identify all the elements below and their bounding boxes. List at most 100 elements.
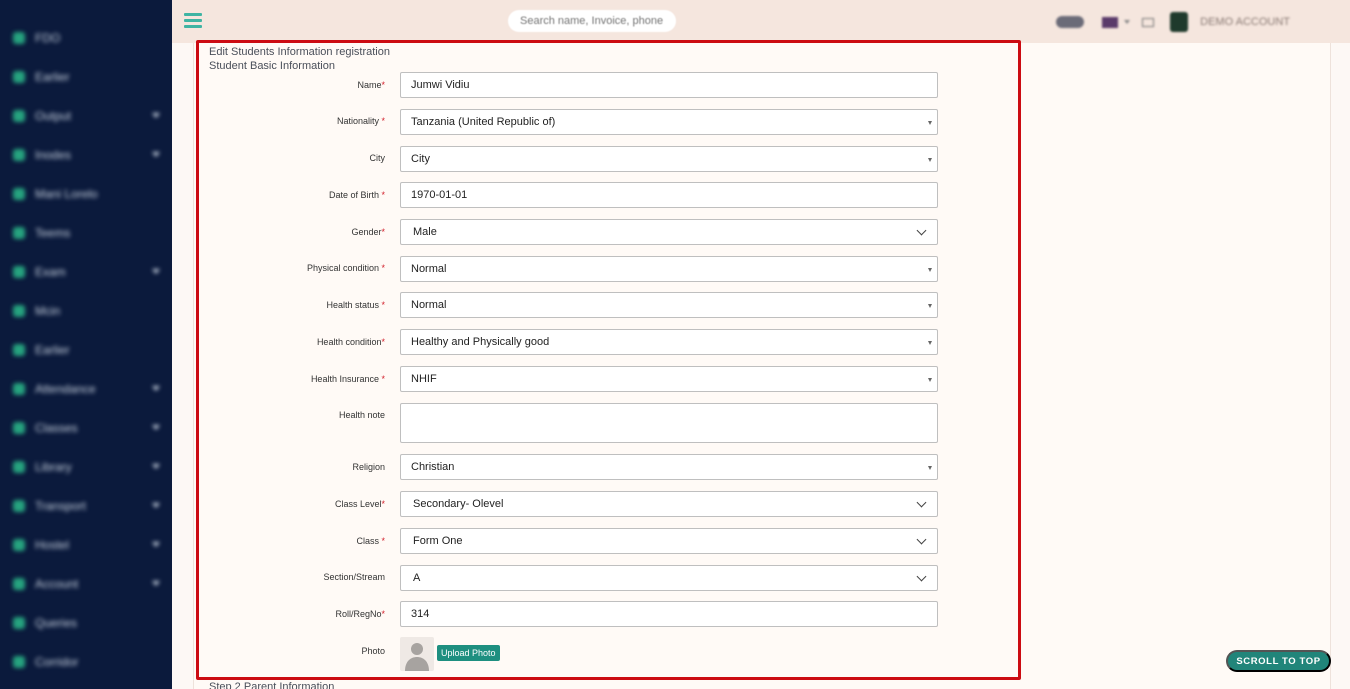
class-label: Class * — [356, 536, 385, 546]
notification-icon[interactable] — [1056, 16, 1085, 28]
chevron-down-icon — [152, 425, 160, 430]
chevron-down-icon — [916, 497, 927, 508]
chevron-down-icon — [916, 534, 927, 545]
sidebar-item[interactable]: Mcin — [0, 291, 172, 330]
sidebar-item-label: Library — [35, 459, 72, 474]
sidebar-item[interactable]: Exam — [0, 252, 172, 291]
sidebar-item[interactable]: Teems — [0, 213, 172, 252]
health-status-select[interactable]: Normal — [400, 292, 938, 318]
sidebar-item-label: Earlier — [35, 342, 70, 357]
sidebar-item[interactable]: Earlier — [0, 57, 172, 96]
class-select[interactable]: Form One — [400, 528, 938, 554]
sidebar-item-label: Queries — [35, 615, 78, 630]
section-stream-select[interactable]: A — [400, 565, 938, 591]
chevron-down-icon — [152, 503, 160, 508]
sidebar-item-label: Exam — [35, 264, 66, 279]
chart-icon — [13, 226, 25, 239]
home-icon — [13, 31, 25, 44]
nationality-select[interactable]: Tanzania (United Republic of) — [400, 109, 938, 135]
gender-select[interactable]: Male — [400, 219, 938, 245]
top-right-tools: DEMO ACCOUNT — [1056, 12, 1290, 32]
book-icon — [13, 460, 25, 473]
chevron-down-icon — [152, 464, 160, 469]
circle-icon — [13, 70, 25, 83]
physical-condition-select[interactable]: Normal — [400, 256, 938, 282]
gender-label: Gender* — [351, 227, 385, 237]
book-icon — [13, 265, 25, 278]
sidebar-item[interactable]: Queries — [0, 603, 172, 642]
chevron-down-icon — [152, 542, 160, 547]
sidebar-item[interactable]: Library — [0, 447, 172, 486]
sidebar-item-label: Corridor — [35, 654, 79, 669]
scroll-to-top-button[interactable]: SCROLL TO TOP — [1226, 650, 1331, 672]
sidebar-item[interactable]: Hostel — [0, 525, 172, 564]
sidebar-item-label: Mcin — [35, 303, 61, 318]
class-level-select[interactable]: Secondary- Olevel — [400, 491, 938, 517]
sidebar-item[interactable]: Transport — [0, 486, 172, 525]
sidebar-item-label: Account — [35, 576, 79, 591]
account-menu[interactable]: DEMO ACCOUNT — [1200, 16, 1290, 28]
chevron-down-icon — [152, 581, 160, 586]
sidebar-item-label: Classes — [35, 420, 78, 435]
nationality-label: Nationality * — [336, 116, 385, 126]
sidebar-item[interactable]: FDO — [0, 18, 172, 57]
sidebar-item[interactable]: Account — [0, 564, 172, 603]
sidebar-item-label: Hostel — [35, 537, 70, 552]
user-icon — [13, 187, 25, 200]
chevron-down-icon — [152, 386, 160, 391]
section-title: Student Basic Information — [209, 60, 335, 72]
sidebar-item[interactable]: Classes — [0, 408, 172, 447]
dob-field[interactable]: 1970-01-01 — [400, 182, 938, 208]
name-field[interactable]: Jumwi Vidiu — [400, 72, 938, 98]
search-input[interactable] — [508, 10, 676, 32]
sidebar-item-label: Teems — [35, 225, 71, 240]
sidebar-item[interactable]: Earlier — [0, 330, 172, 369]
top-bar: DEMO ACCOUNT — [172, 0, 1350, 43]
sidebar-item[interactable]: Corridor — [0, 642, 172, 681]
chevron-down-icon — [916, 571, 927, 582]
sidebar: FDO Earlier Output Inodes Mani Lorelo Teems Ex… — [0, 0, 172, 689]
section-stream-label: Section/Stream — [323, 572, 385, 582]
chevron-down-icon — [152, 113, 160, 118]
sidebar-item[interactable] — [0, 681, 172, 689]
check-icon — [13, 382, 25, 395]
page-title: Edit Students Information registration — [209, 46, 390, 58]
circle-icon — [13, 343, 25, 356]
health-status-label: Health status * — [326, 300, 385, 310]
chevron-down-icon — [1124, 20, 1131, 24]
edit-icon — [13, 148, 25, 161]
religion-select[interactable]: Christian — [400, 454, 938, 480]
chat-icon — [13, 616, 25, 629]
health-insurance-select[interactable]: NHIF — [400, 366, 938, 392]
city-select[interactable]: City — [400, 146, 938, 172]
chevron-down-icon — [916, 225, 927, 236]
sidebar-item[interactable]: Inodes — [0, 135, 172, 174]
bus-icon — [13, 499, 25, 512]
sidebar-item[interactable]: Attendance — [0, 369, 172, 408]
sidebar-item-label: Inodes — [35, 147, 72, 162]
upload-photo-button[interactable]: Upload Photo — [437, 645, 500, 661]
sidebar-item[interactable]: Mani Lorelo — [0, 174, 172, 213]
sidebar-item-label: Output — [35, 108, 72, 123]
physical-condition-label: Physical condition * — [306, 263, 385, 273]
avatar[interactable] — [1170, 12, 1189, 32]
language-flag-icon[interactable] — [1102, 16, 1119, 28]
menu-toggle-icon[interactable] — [184, 13, 202, 29]
sidebar-item-label: Transport — [35, 498, 86, 513]
mail-icon[interactable] — [1142, 17, 1155, 27]
photo-placeholder-icon — [400, 637, 434, 671]
sidebar-item-label: Earlier — [35, 69, 70, 84]
sidebar-item-label: FDO — [35, 30, 61, 45]
religion-label: Religion — [352, 462, 385, 472]
next-section-title: Step 2 Parent Information — [209, 681, 335, 689]
health-condition-select[interactable]: Healthy and Physically good — [400, 329, 938, 355]
photo-label: Photo — [361, 646, 385, 656]
dob-label: Date of Birth * — [328, 190, 385, 200]
city-label: City — [369, 153, 386, 163]
class-level-label: Class Level* — [334, 499, 385, 509]
chevron-down-icon — [152, 152, 160, 157]
roll-regno-field[interactable]: 314 — [400, 601, 938, 627]
health-note-textarea[interactable] — [400, 403, 938, 443]
sidebar-item[interactable]: Output — [0, 96, 172, 135]
user-icon — [13, 304, 25, 317]
